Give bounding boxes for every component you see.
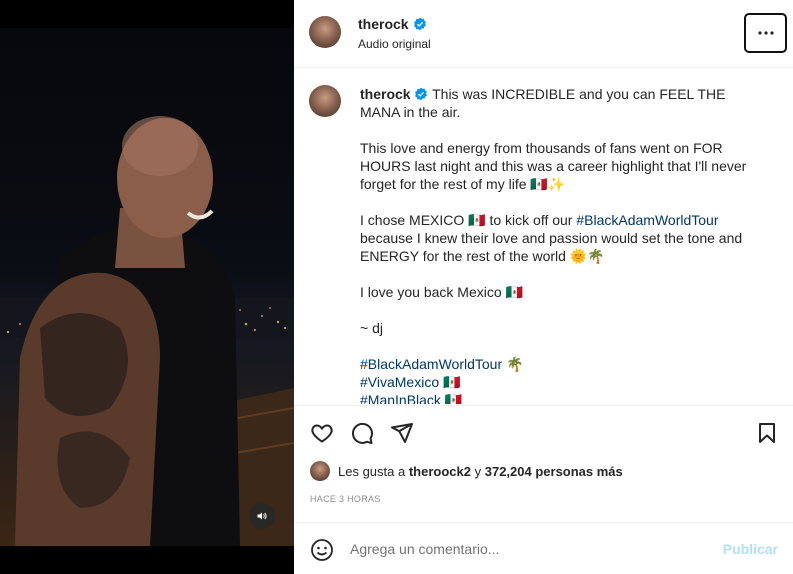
mute-toggle-button[interactable] [249, 503, 275, 529]
caption-text: because I knew their love and passion wo… [360, 230, 743, 264]
caption-paragraph: ~ dj [360, 320, 383, 336]
more-options-button[interactable] [744, 13, 787, 53]
post-caption: therock This was INCREDIBLE and you can … [360, 85, 760, 404]
publish-button[interactable]: Publicar [723, 541, 778, 557]
audio-label[interactable]: Audio original [358, 37, 431, 51]
caption-paragraph: This love and energy from thousands of f… [360, 140, 747, 192]
likes-prefix: Les gusta a [338, 463, 406, 479]
post-timestamp[interactable]: Hace 3 horas [310, 494, 381, 504]
caption-scroll-area[interactable]: therock This was INCREDIBLE and you can … [294, 69, 793, 404]
likes-count[interactable]: 372,204 personas más [485, 464, 623, 479]
likes-conj: y [474, 463, 482, 479]
hashtag-list: #BlackAdamWorldTour 🌴 #VivaMexico 🇲🇽 #Ma… [360, 355, 760, 404]
likes-summary: Les gusta a theroock2 y 372,204 personas… [310, 461, 623, 481]
send-icon[interactable] [390, 421, 414, 445]
more-horizontal-icon [757, 31, 774, 35]
hashtag-link[interactable]: #VivaMexico 🇲🇽 [360, 374, 460, 390]
author-avatar[interactable] [309, 16, 341, 48]
video-frame [0, 116, 294, 546]
liker-avatar[interactable] [310, 461, 330, 481]
hashtag-link[interactable]: #ManInBlack 🇲🇽 [360, 392, 462, 404]
liker-username[interactable]: theroock2 [409, 464, 471, 479]
verified-badge-icon [413, 17, 426, 31]
bookmark-icon[interactable] [755, 421, 779, 445]
comment-bar: Publicar [294, 522, 793, 574]
caption-paragraph: I chose MEXICO 🇲🇽 to kick off our #Black… [360, 211, 760, 265]
heart-icon[interactable] [310, 421, 334, 445]
hashtag-link[interactable]: #BlackAdamWorldTour 🌴 [360, 356, 523, 372]
post-header: therock Audio original [294, 0, 793, 68]
author-username[interactable]: therock [358, 16, 409, 32]
hashtag-link[interactable]: #BlackAdamWorldTour [576, 212, 718, 228]
caption-paragraph: I love you back Mexico 🇲🇽 [360, 284, 523, 300]
video-player[interactable] [0, 28, 294, 546]
author-name-row[interactable]: therock [358, 16, 427, 32]
speaker-icon [257, 512, 267, 520]
post-panel: therock Audio original therock This was … [294, 0, 793, 574]
caption-paragraph: therock This was INCREDIBLE and you can … [360, 85, 760, 121]
caption-author-avatar[interactable] [309, 85, 341, 117]
caption-username[interactable]: therock [360, 86, 411, 102]
post-media[interactable] [0, 0, 294, 574]
comment-icon[interactable] [350, 421, 374, 445]
emoji-icon[interactable] [310, 538, 334, 562]
comment-input[interactable] [350, 537, 710, 561]
verified-badge-icon [415, 87, 428, 101]
caption-text: I chose MEXICO 🇲🇽 to kick off our [360, 212, 573, 228]
